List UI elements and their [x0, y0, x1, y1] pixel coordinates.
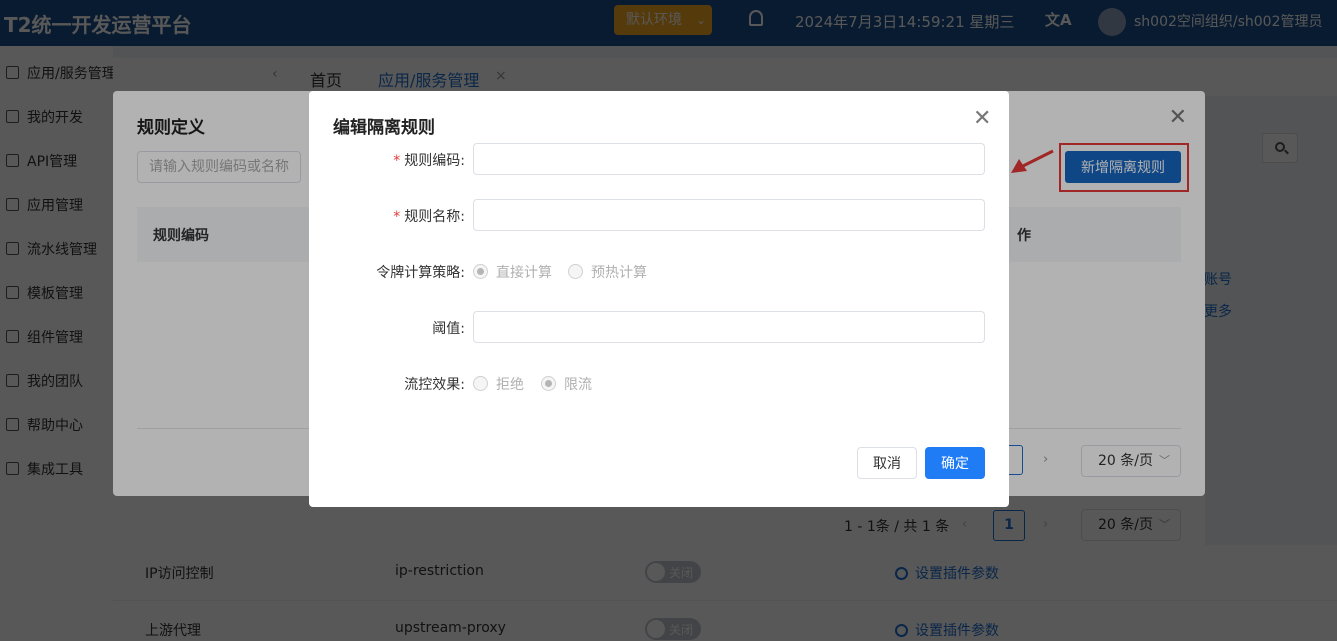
- edit-isolation-rule-dialog: 编辑隔离规则 ✕ * 规则编码: * 规则名称: 令牌计算策略: 直接计算 预热计算…: [309, 91, 1009, 507]
- rule-name-input[interactable]: [473, 199, 985, 231]
- flow-effect-limit-radio[interactable]: 限流: [541, 374, 592, 394]
- token-strategy-direct-radio[interactable]: 直接计算: [473, 262, 552, 282]
- radio-unselected-icon: [568, 264, 583, 279]
- token-strategy-label: 令牌计算策略:: [376, 265, 465, 281]
- flow-effect-reject-radio[interactable]: 拒绝: [473, 374, 524, 394]
- flow-effect-label: 流控效果:: [404, 377, 465, 393]
- required-mark: *: [393, 153, 401, 169]
- threshold-input[interactable]: [473, 311, 985, 343]
- close-icon[interactable]: ✕: [973, 108, 991, 130]
- dialog-title: 编辑隔离规则: [333, 118, 435, 138]
- radio-unselected-icon: [473, 376, 488, 391]
- rule-name-label: * 规则名称:: [393, 209, 465, 225]
- cancel-button[interactable]: 取消: [857, 447, 917, 479]
- radio-selected-icon: [473, 264, 488, 279]
- confirm-button[interactable]: 确定: [925, 447, 985, 479]
- token-strategy-warmup-radio[interactable]: 预热计算: [568, 262, 647, 282]
- rule-code-label: * 规则编码:: [393, 153, 465, 169]
- required-mark: *: [393, 209, 401, 225]
- threshold-label: 阈值:: [432, 321, 465, 337]
- rule-code-input[interactable]: [473, 143, 985, 175]
- radio-selected-icon: [541, 376, 556, 391]
